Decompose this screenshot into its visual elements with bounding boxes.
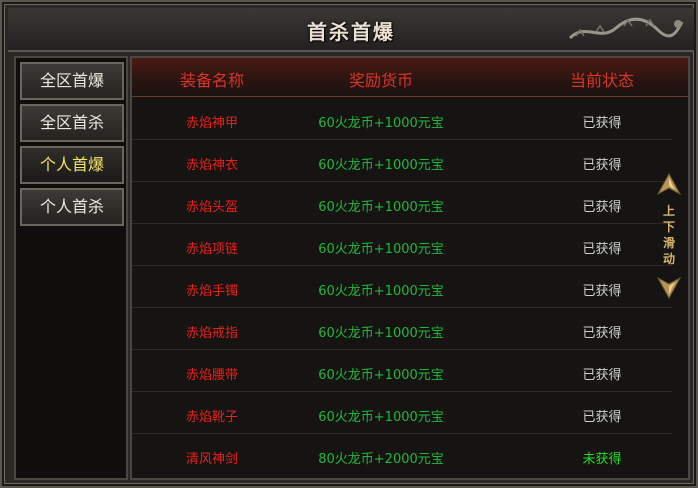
item-name: 赤焰项链 bbox=[185, 242, 238, 257]
scroll-hint-char: 动 bbox=[662, 252, 675, 266]
scroll-down-arrow-icon[interactable] bbox=[656, 274, 682, 300]
table-row: 赤焰腰带 60火龙币+1000元宝 已获得 bbox=[132, 352, 672, 392]
item-name: 赤焰神甲 bbox=[185, 116, 238, 131]
table-row: 赤焰手镯 60火龙币+1000元宝 已获得 bbox=[132, 268, 672, 308]
reward-table: 装备名称 奖励货币 当前状态 赤焰神甲 60火龙币+1000元宝 已获得 赤焰神… bbox=[130, 56, 690, 480]
item-name: 赤焰腰带 bbox=[185, 368, 238, 383]
item-name: 清风神剑 bbox=[185, 452, 238, 467]
table-row: 赤焰靴子 60火龙币+1000元宝 已获得 bbox=[132, 394, 672, 434]
reward-text: 60火龙币+1000元宝 bbox=[318, 326, 444, 341]
scroll-hint-char: 下 bbox=[662, 220, 675, 234]
item-name: 赤焰戒指 bbox=[185, 326, 238, 341]
table-row: 赤焰项链 60火龙币+1000元宝 已获得 bbox=[132, 226, 672, 266]
status-text: 已获得 bbox=[582, 242, 622, 257]
tab-personal-first-drop[interactable]: 个人首爆 bbox=[20, 146, 124, 184]
scroll-hint[interactable]: 上 下 滑 动 bbox=[656, 172, 682, 304]
scroll-up-arrow-icon[interactable] bbox=[656, 172, 682, 198]
status-text: 已获得 bbox=[582, 284, 622, 299]
table-row: 赤焰头盔 60火龙币+1000元宝 已获得 bbox=[132, 184, 672, 224]
header-status: 当前状态 bbox=[569, 71, 634, 90]
tab-personal-first-kill[interactable]: 个人首杀 bbox=[20, 188, 124, 226]
scroll-hint-char: 上 bbox=[662, 204, 675, 218]
header-reward: 奖励货币 bbox=[348, 71, 413, 90]
item-name: 赤焰靴子 bbox=[185, 410, 238, 425]
reward-text: 60火龙币+1000元宝 bbox=[318, 242, 444, 257]
dragon-ornament-icon bbox=[568, 17, 684, 40]
sidebar: 全区首爆 全区首杀 个人首爆 个人首杀 bbox=[14, 56, 128, 480]
scroll-hint-char: 滑 bbox=[662, 236, 675, 250]
reward-text: 60火龙币+1000元宝 bbox=[318, 368, 444, 383]
header-item-name: 装备名称 bbox=[179, 71, 244, 90]
item-name: 赤焰神衣 bbox=[185, 158, 238, 173]
title-bar: 首杀首爆 bbox=[8, 8, 694, 52]
table-row: 赤焰戒指 60火龙币+1000元宝 已获得 bbox=[132, 310, 672, 350]
status-text: 已获得 bbox=[582, 368, 622, 383]
tab-server-first-drop[interactable]: 全区首爆 bbox=[20, 62, 124, 100]
reward-text: 80火龙币+2000元宝 bbox=[318, 452, 444, 467]
status-text: 未获得 bbox=[582, 452, 622, 467]
reward-text: 60火龙币+1000元宝 bbox=[318, 284, 444, 299]
status-text: 已获得 bbox=[582, 158, 622, 173]
status-text: 已获得 bbox=[582, 200, 622, 215]
table-row: 赤焰神甲 60火龙币+1000元宝 已获得 bbox=[132, 100, 672, 140]
item-name: 赤焰头盔 bbox=[185, 200, 238, 215]
reward-text: 60火龙币+1000元宝 bbox=[318, 116, 444, 131]
table-row: 赤焰神衣 60火龙币+1000元宝 已获得 bbox=[132, 142, 672, 182]
item-name: 赤焰手镯 bbox=[185, 284, 238, 299]
reward-text: 60火龙币+1000元宝 bbox=[318, 410, 444, 425]
status-text: 已获得 bbox=[582, 116, 622, 131]
reward-text: 60火龙币+1000元宝 bbox=[318, 200, 444, 215]
reward-text: 60火龙币+1000元宝 bbox=[318, 158, 444, 173]
table-row: 清风神剑 80火龙币+2000元宝 未获得 bbox=[132, 436, 672, 476]
tab-server-first-kill[interactable]: 全区首杀 bbox=[20, 104, 124, 142]
status-text: 已获得 bbox=[582, 326, 622, 341]
status-text: 已获得 bbox=[582, 410, 622, 425]
table-header: 装备名称 奖励货币 当前状态 bbox=[132, 58, 688, 97]
first-kill-window: 首杀首爆 全区首爆 全区首杀 个人首爆 个人首杀 装备名称 奖励货币 当前状态 … bbox=[0, 0, 698, 488]
